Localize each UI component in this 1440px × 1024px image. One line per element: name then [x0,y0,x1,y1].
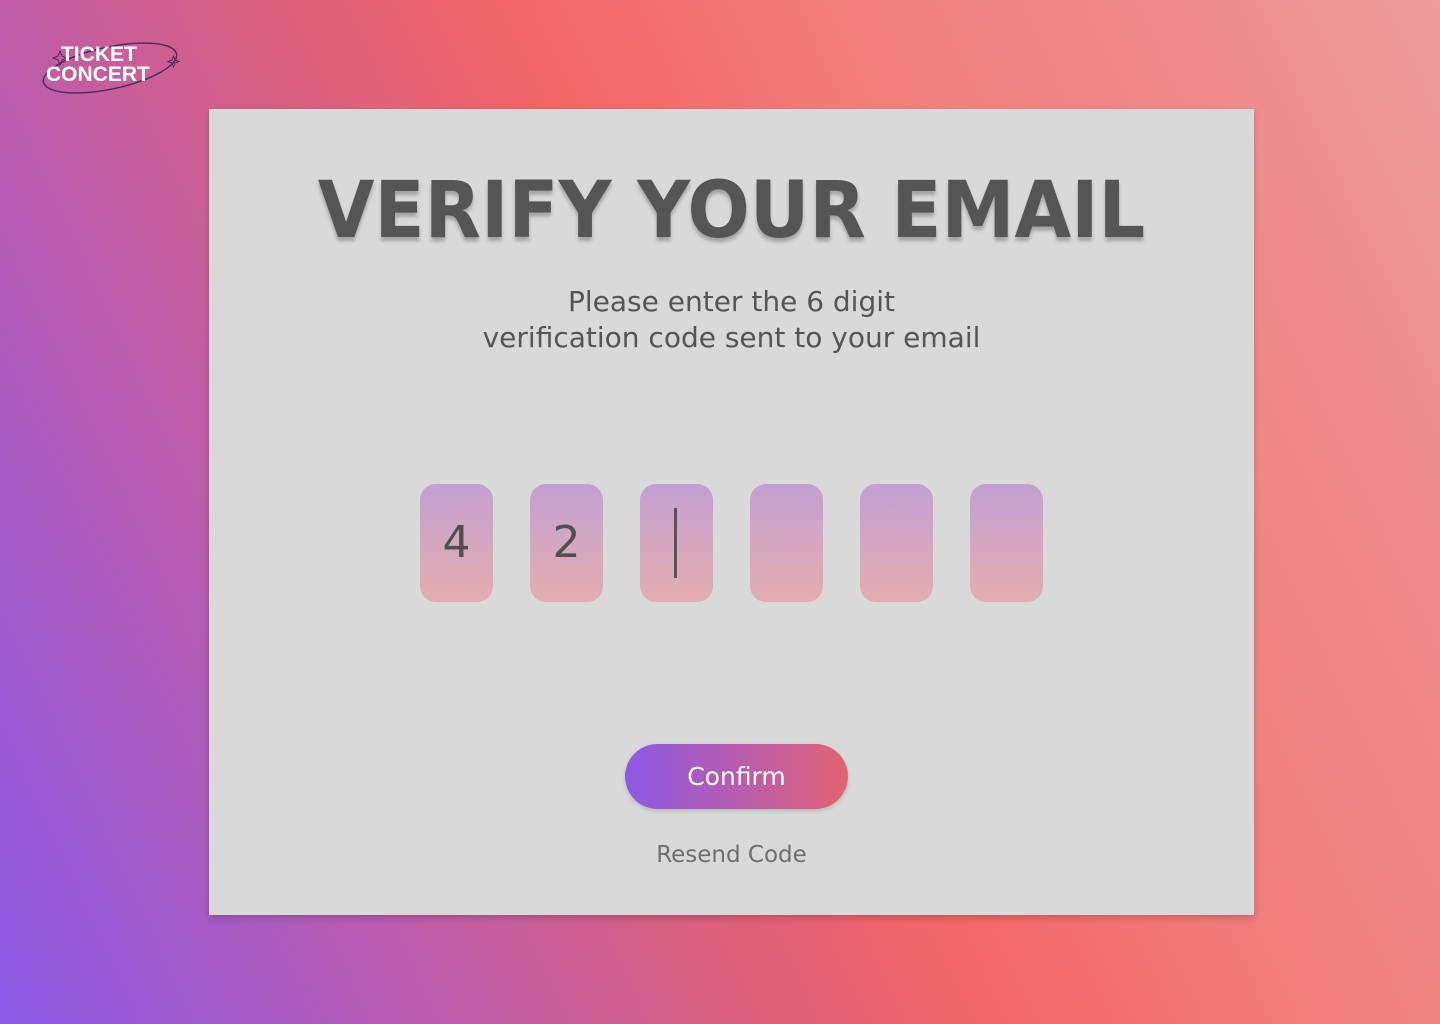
text-cursor [674,508,677,578]
code-digit-input-2[interactable]: 2 [530,484,603,602]
code-digit-input-1[interactable]: 4 [420,484,493,602]
brand-logo[interactable]: TICKET CONCERT [40,34,185,102]
page-title: VERIFY YOUR EMAIL [317,166,1146,256]
resend-code-link[interactable]: Resend Code [209,839,1254,871]
code-digit-input-6[interactable] [970,484,1043,602]
instructions-line-2: verification code sent to your email [482,321,981,354]
instructions-line-1: Please enter the 6 digit [567,285,895,318]
confirm-button[interactable]: Confirm [625,744,848,809]
code-digit-input-4[interactable] [750,484,823,602]
logo-text-concert: CONCERT [46,63,150,86]
code-digit-input-5[interactable] [860,484,933,602]
code-digit-input-3[interactable] [640,484,713,602]
logo-text-ticket: TICKET [61,43,137,66]
instructions-text: Please enter the 6 digit verification co… [209,284,1254,356]
